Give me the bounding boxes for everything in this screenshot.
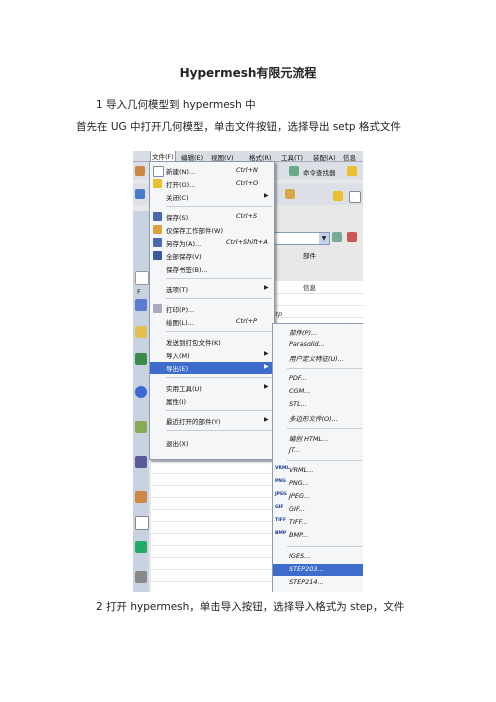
- menu-item-save-bookmark[interactable]: 保存书签(B)...: [150, 263, 274, 275]
- save-as-icon: [153, 238, 162, 247]
- step-1-heading: 1 导入几何模型到 hypermesh 中: [96, 99, 256, 111]
- nav-label-f: F: [137, 288, 141, 296]
- menu-item-exit[interactable]: 退出(X): [150, 437, 274, 449]
- export-item-step203[interactable]: STEP203...: [273, 564, 363, 576]
- save-work-part-icon: [153, 225, 162, 234]
- command-finder[interactable]: 命令查找器: [303, 167, 336, 177]
- step-1-description: 首先在 UG 中打开几何模型，单击文件按钮，选择导出 setp 格式文件: [76, 121, 401, 133]
- gif-icon: GIF: [275, 505, 284, 510]
- menu-item-save-work-part[interactable]: 仅保存工作部件(W): [150, 224, 274, 236]
- export-item-html[interactable]: 编创 HTML...: [273, 432, 363, 444]
- chevron-right-icon: ▶: [264, 350, 269, 357]
- export-item-vrml[interactable]: VRML VRML...: [273, 465, 363, 477]
- export-item-cgm[interactable]: CGM...: [273, 386, 363, 398]
- file-menu: 新建(N)... Ctrl+N 打开(O)... Ctrl+O 关闭(C) ▶ 保存(…: [149, 161, 275, 460]
- save-icon: [153, 212, 162, 221]
- export-item-stl[interactable]: STL...: [273, 399, 363, 411]
- open-folder-icon: [153, 179, 162, 188]
- export-item-parasolid[interactable]: Parasolid...: [273, 339, 363, 351]
- ug-screenshot: 文件(F) 编辑(E) 视图(V) 格式(R) 工具(T) 装配(A) 信息 命…: [133, 151, 363, 592]
- chevron-right-icon: ▶: [264, 284, 269, 291]
- menu-item-open[interactable]: 打开(O)... Ctrl+O: [150, 178, 274, 190]
- menu-item-save-all[interactable]: 全部保存(V): [150, 250, 274, 262]
- export-item-iges[interactable]: IGES...: [273, 551, 363, 563]
- vrml-icon: VRML: [275, 466, 290, 471]
- export-item-tiff[interactable]: TIFF TIFF...: [273, 517, 363, 529]
- menu-item-recent-parts[interactable]: 最近打开的部件(Y) ▶: [150, 415, 274, 427]
- chevron-right-icon: ▶: [264, 416, 269, 423]
- chevron-right-icon: ▶: [264, 192, 269, 199]
- png-icon: PNG: [275, 479, 286, 484]
- menu-item-export[interactable]: 导出(E) ▶: [150, 362, 274, 374]
- step-2-description: 2 打开 hypermesh，单击导入按钮，选择导入格式为 step，文件: [96, 601, 405, 613]
- export-submenu: 部件(P)... Parasolid... 用户定义特征(U)... PDF..…: [272, 323, 363, 592]
- tiff-icon: TIFF: [275, 518, 286, 523]
- menu-item-properties[interactable]: 属性(I): [150, 395, 274, 407]
- menu-item-close[interactable]: 关闭(C) ▶: [150, 191, 274, 203]
- column-header-info: 信息: [303, 284, 316, 292]
- menu-item-save-as[interactable]: 另存为(A)... Ctrl+Shift+A: [150, 237, 274, 249]
- export-item-udf[interactable]: 用户定义特征(U)...: [273, 352, 363, 364]
- menu-tools[interactable]: 工具(T): [281, 152, 303, 162]
- menu-item-utilities[interactable]: 实用工具(U) ▶: [150, 382, 274, 394]
- export-item-step214[interactable]: STEP214...: [273, 577, 363, 589]
- menu-item-new[interactable]: 新建(N)... Ctrl+N: [150, 165, 274, 177]
- export-item-png[interactable]: PNG PNG...: [273, 478, 363, 490]
- export-item-jpeg[interactable]: JPEG JPEG...: [273, 491, 363, 503]
- menu-item-print[interactable]: 打印(P)...: [150, 303, 274, 315]
- chevron-right-icon: ▶: [264, 363, 269, 370]
- menu-item-import[interactable]: 导入(M) ▶: [150, 349, 274, 361]
- resource-bar: [133, 211, 149, 592]
- chevron-right-icon: ▶: [264, 383, 269, 390]
- new-file-icon: [153, 166, 164, 177]
- menu-assembly[interactable]: 装配(A): [313, 152, 336, 162]
- menu-info[interactable]: 信息: [343, 152, 356, 162]
- menu-item-save[interactable]: 保存(S) Ctrl+S: [150, 211, 274, 223]
- part-header: 部件: [303, 252, 316, 260]
- menu-item-send-package[interactable]: 发送到打包文件(K): [150, 336, 274, 348]
- save-all-icon: [153, 251, 162, 260]
- export-item-bmp[interactable]: BMP BMP...: [273, 530, 363, 542]
- export-item-jt[interactable]: JT...: [273, 445, 363, 457]
- page-title: Hypermesh有限元流程: [179, 66, 317, 80]
- jpeg-icon: JPEG: [275, 492, 287, 497]
- combo-dropdown-icon[interactable]: ▼: [319, 233, 329, 244]
- menu-item-options[interactable]: 选项(T) ▶: [150, 283, 274, 295]
- print-icon: [153, 304, 162, 313]
- export-item-gif[interactable]: GIF GIF...: [273, 504, 363, 516]
- menu-item-plot[interactable]: 绘图(L)... Ctrl+P: [150, 316, 274, 328]
- bmp-icon: BMP: [275, 531, 287, 536]
- export-item-polygon[interactable]: 多边形文件(O)...: [273, 412, 363, 424]
- export-item-part[interactable]: 部件(P)...: [273, 326, 363, 338]
- export-item-pdf[interactable]: PDF...: [273, 373, 363, 385]
